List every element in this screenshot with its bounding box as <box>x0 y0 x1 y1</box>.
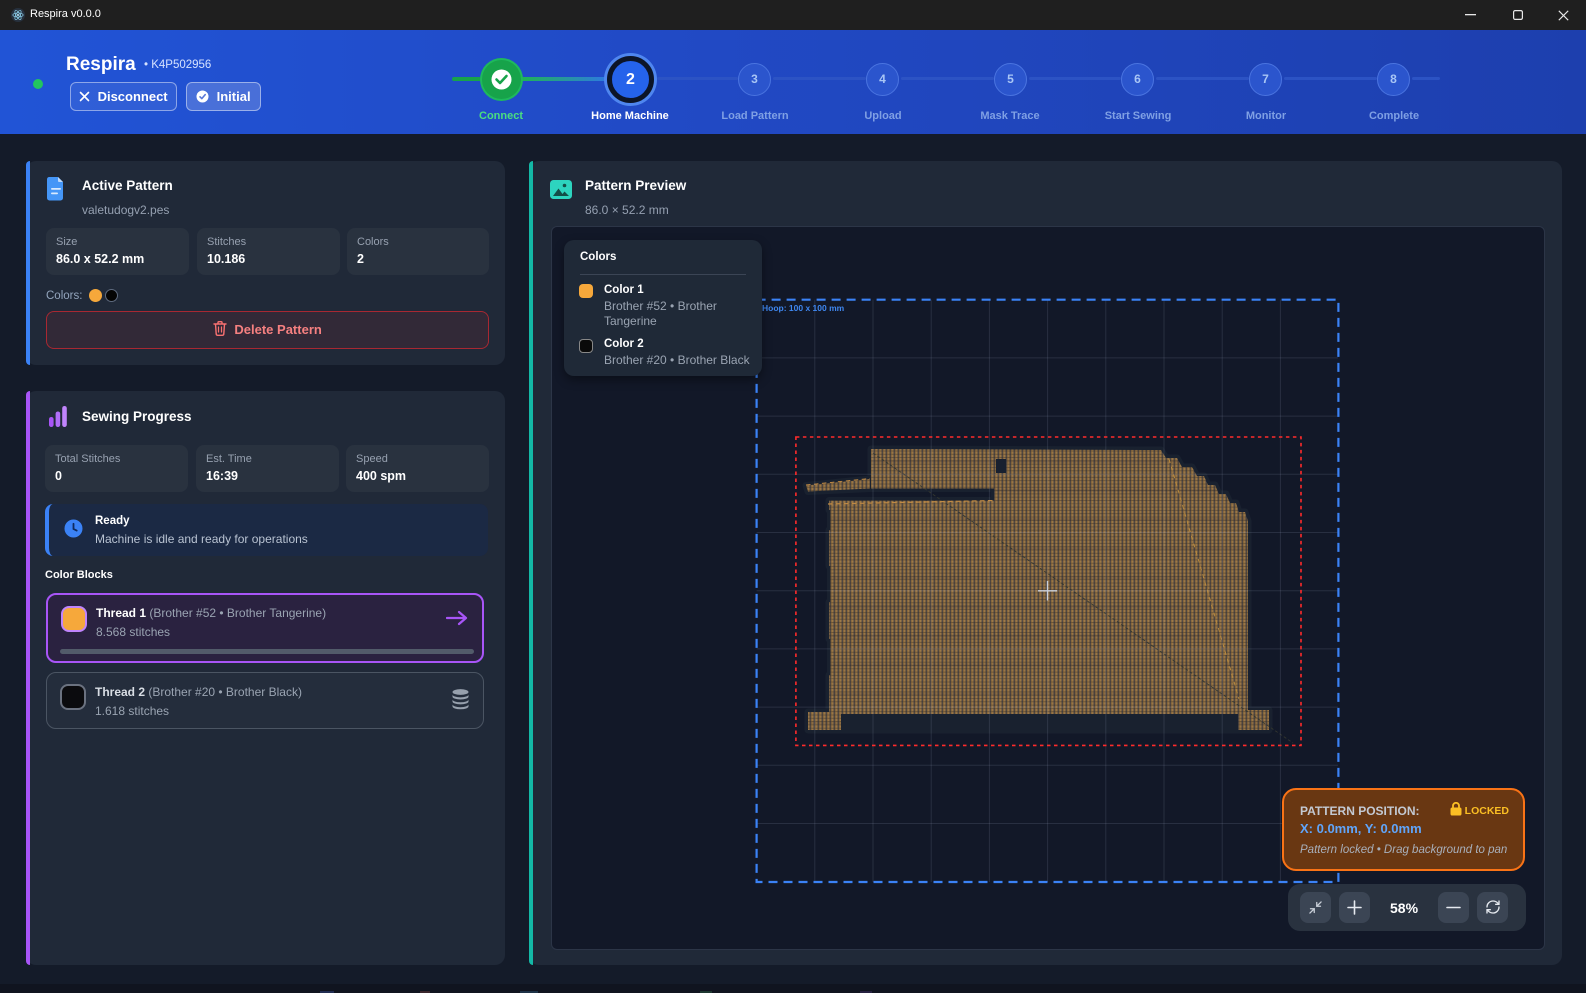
svg-text:Hoop: 100 x 100 mm: Hoop: 100 x 100 mm <box>762 303 845 313</box>
